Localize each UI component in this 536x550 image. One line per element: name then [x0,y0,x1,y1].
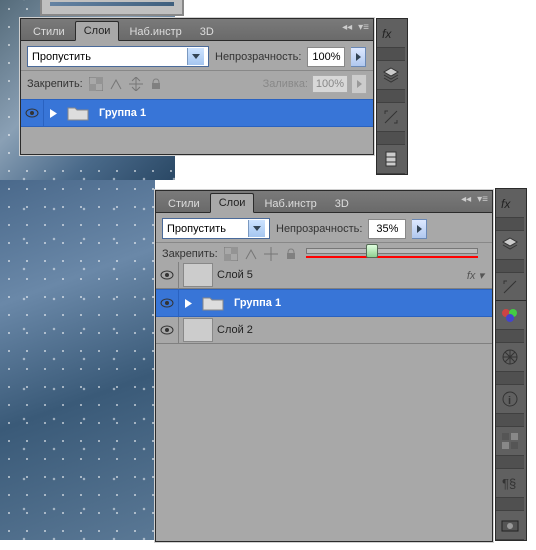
navigator-icon[interactable] [496,343,524,372]
tab-3d[interactable]: 3D [327,195,357,213]
lock-transparency-icon[interactable] [224,247,238,261]
swatches-icon[interactable] [496,301,524,330]
opacity-slider[interactable] [298,246,486,262]
tab-styles[interactable]: Стили [25,23,73,41]
layers-icon[interactable] [377,61,405,90]
fill-chevron-icon [352,74,367,94]
expand-toggle[interactable] [50,109,57,118]
lock-transparency-icon[interactable] [89,77,103,91]
fx-icon[interactable]: fx [377,19,405,48]
icon-dock-1: fx [376,18,408,175]
history-icon[interactable] [377,145,405,174]
grid-icon[interactable] [496,427,524,456]
blend-mode-dropdown[interactable]: Пропустить [162,218,270,239]
panel-menu-icon[interactable]: ▾≡ [477,194,488,205]
folder-icon [67,102,95,124]
panel-tabbar: Стили Слои Наб.инстр 3D ◂◂ ▾≡ [156,191,492,213]
fill-input: 100% [312,75,348,93]
visibility-toggle[interactable] [156,317,179,343]
tab-layers[interactable]: Слои [210,193,255,213]
lock-all-icon[interactable] [284,247,298,261]
visibility-toggle[interactable] [156,262,179,288]
layer-row-group[interactable]: Группа 1 [156,289,492,317]
layer-name: Слой 5 [217,269,253,281]
chevron-down-icon [248,220,265,237]
layer-name: Группа 1 [99,107,146,119]
collapse-icon[interactable]: ◂◂ [342,22,352,33]
layer-row[interactable]: Слой 2 [156,317,492,344]
layer-name: Группа 1 [234,297,281,309]
tab-3d[interactable]: 3D [192,23,222,41]
canvas-preview-bottom [0,180,155,540]
lock-image-icon[interactable] [109,77,123,91]
annotation-underline [306,256,478,258]
layer-row-group[interactable]: Группа 1 [21,99,373,127]
crosshair-tools-icon[interactable] [496,273,524,302]
blend-opacity-row: Пропустить Непрозрачность: 100% [21,41,373,71]
panel-menu-icon[interactable]: ▾≡ [358,22,369,33]
layer-thumbnail [183,318,213,342]
blend-mode-dropdown[interactable]: Пропустить [27,46,209,67]
layer-row[interactable]: Слой 5 fx ▾ [156,262,492,289]
lock-image-icon[interactable] [244,247,258,261]
icon-dock-3: i ¶§ [495,300,527,541]
lock-row: Закрепить: [156,243,492,262]
opacity-label: Непрозрачность: [276,223,362,235]
layers-panel-2: Стили Слои Наб.инстр 3D ◂◂ ▾≡ Пропустить… [155,190,493,542]
folder-icon [202,292,230,314]
opacity-input[interactable]: 35% [368,219,406,239]
lock-position-icon[interactable] [129,77,143,91]
svg-text:¶§: ¶§ [502,476,516,491]
visibility-toggle[interactable] [156,290,179,316]
layer-name: Слой 2 [217,324,253,336]
collapse-icon[interactable]: ◂◂ [461,194,471,205]
layer-thumbnail [183,263,213,287]
document-thumb [40,0,184,16]
opacity-chevron-icon[interactable] [351,47,366,67]
expand-toggle[interactable] [185,299,192,308]
tab-styles[interactable]: Стили [160,195,208,213]
visibility-toggle[interactable] [21,100,44,126]
tab-layers[interactable]: Слои [75,21,120,41]
lock-all-icon[interactable] [149,77,163,91]
symbols-icon[interactable]: ¶§ [496,469,524,498]
lock-label: Закрепить: [162,248,218,260]
panel-tabbar: Стили Слои Наб.инстр 3D ◂◂ ▾≡ [21,19,373,41]
blend-mode-value: Пропустить [32,51,91,63]
blend-mode-value: Пропустить [167,223,226,235]
opacity-chevron-icon[interactable] [412,219,427,239]
tab-toolpresets[interactable]: Наб.инстр [121,23,189,41]
opacity-label: Непрозрачность: [215,51,301,63]
svg-text:fx: fx [501,197,511,210]
fx-badge[interactable]: fx ▾ [467,269,484,282]
fx-icon[interactable]: fx [496,189,524,218]
crosshair-tools-icon[interactable] [377,103,405,132]
svg-text:i: i [508,395,511,407]
lock-row: Закрепить: Заливка: 100% [21,71,373,99]
layers-icon[interactable] [496,231,524,260]
chevron-down-icon [187,48,204,65]
blend-opacity-row: Пропустить Непрозрачность: 35% [156,213,492,243]
fill-label: Заливка: [263,78,308,90]
svg-text:fx: fx [382,27,392,40]
tab-toolpresets[interactable]: Наб.инстр [256,195,324,213]
lock-label: Закрепить: [27,78,83,90]
layer-list: Группа 1 [21,99,373,127]
camera-icon[interactable] [496,511,524,540]
layers-panel-1: Стили Слои Наб.инстр 3D ◂◂ ▾≡ Пропустить… [20,18,374,155]
slider-thumb[interactable] [366,244,378,258]
info-icon[interactable]: i [496,385,524,414]
opacity-input[interactable]: 100% [307,47,345,67]
lock-position-icon[interactable] [264,247,278,261]
layer-list: Слой 5 fx ▾ Группа 1 Слой 2 [156,262,492,344]
